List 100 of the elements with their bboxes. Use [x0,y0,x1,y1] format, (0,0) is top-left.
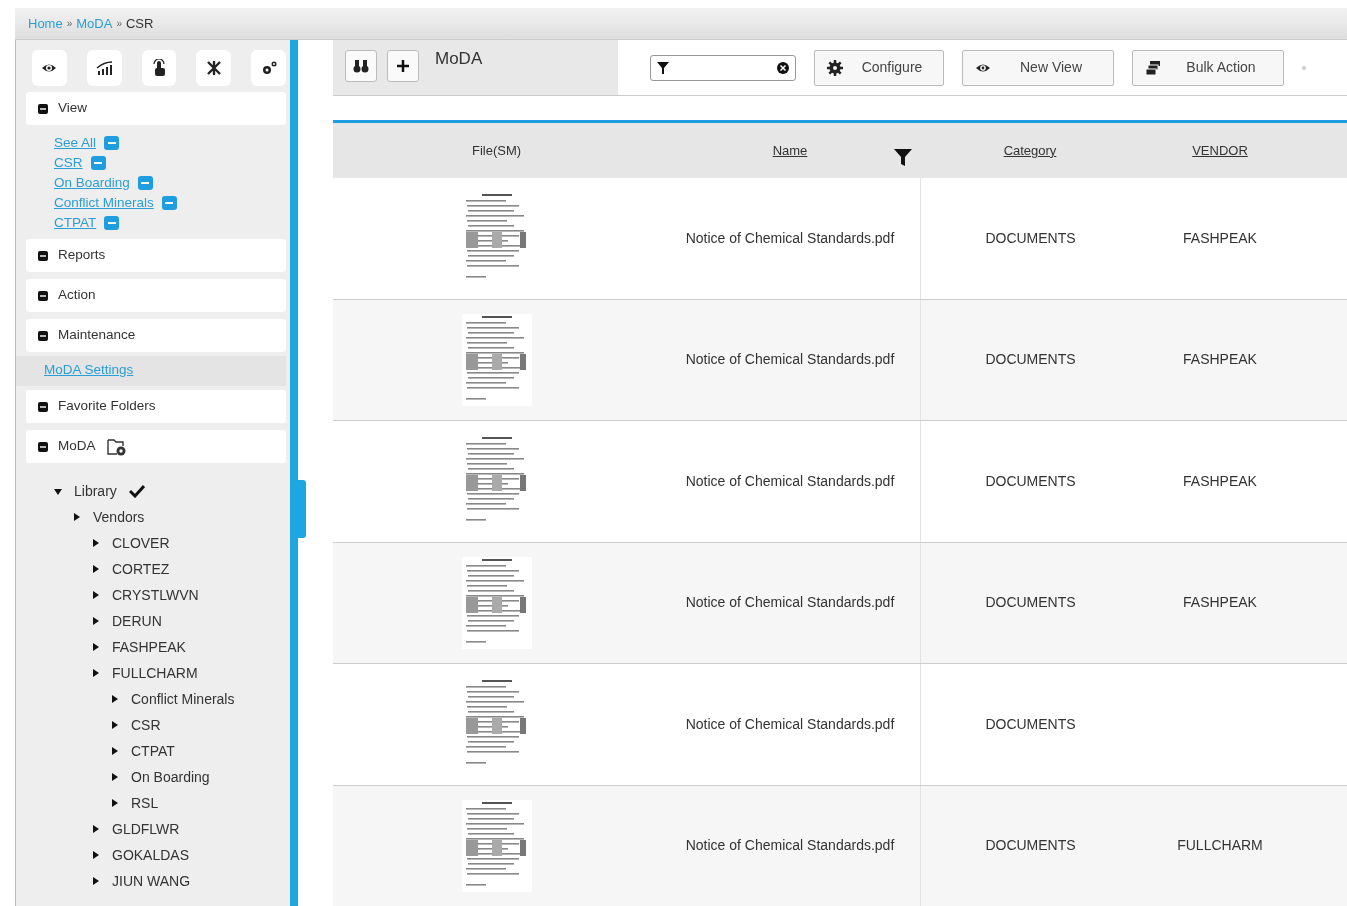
table-cell-text: FASHPEAK [1183,471,1257,491]
tree-item[interactable]: On Boarding [131,766,210,788]
section-header[interactable]: Action [26,279,286,312]
collapse-icon[interactable] [38,250,48,261]
caret-right-icon[interactable] [92,851,100,859]
column-header[interactable]: Category [1003,140,1057,161]
caret-right-icon[interactable] [73,513,81,521]
clear-icon[interactable] [777,61,789,74]
toolbar-button[interactable]: Bulk Action [1132,49,1284,86]
table-cell-text: Notice of Chemical Standards.pdf [685,593,895,613]
table-cell-text: FULLCHARM [1177,836,1263,856]
toolbar-button[interactable]: Configure [814,49,944,86]
filter-icon[interactable] [894,147,912,166]
tree-item[interactable]: Conflict Minerals [131,688,235,710]
stacked-cards-icon [1145,59,1161,76]
tree-item[interactable]: RSL [131,792,159,814]
pointing-hand-icon [150,59,168,77]
section-header[interactable]: Favorite Folders [26,390,286,423]
tree-item[interactable]: JIUN WANG [112,870,191,892]
collapse-icon[interactable] [38,441,48,452]
tree-item[interactable]: Library [74,480,117,502]
minus-icon [94,162,102,164]
table-cell-text: DOCUMENTS [985,228,1076,248]
table-cell-text: Notice of Chemical Standards.pdf [685,350,895,370]
collapse-icon[interactable] [38,103,48,114]
tree-item[interactable]: CTPAT [131,740,175,762]
table-cell-text: Notice of Chemical Standards.pdf [685,714,895,734]
toolbar-button[interactable]: New View [962,49,1114,86]
caret-right-icon[interactable] [92,877,100,885]
folder-settings-icon[interactable] [105,436,128,457]
table-cell-text: FASHPEAK [1183,350,1257,370]
minus-icon [165,202,174,204]
column-header[interactable]: VENDOR [1192,140,1248,161]
table-cell-text: DOCUMENTS [985,593,1076,613]
remove-badge[interactable] [137,176,153,190]
tree-item[interactable]: CRYSTLWVN [112,584,199,606]
table-cell-text: DOCUMENTS [985,714,1076,734]
tree-item[interactable]: CLOVER [112,532,170,554]
caret-right-icon[interactable] [111,773,119,781]
plus-icon [397,60,409,72]
search-button[interactable] [345,50,377,82]
tree-item[interactable]: GLDFLWR [112,818,180,840]
tree-item[interactable]: GOKALDAS [112,844,190,866]
caret-right-icon[interactable] [92,643,100,651]
toolbar-title: MoDA [435,48,483,70]
remove-badge[interactable] [104,136,120,150]
caret-right-icon[interactable] [92,565,100,573]
section-title: View [58,99,88,118]
document-thumbnail[interactable] [461,556,532,649]
section-header[interactable]: Maintenance [26,319,286,352]
table-cell-text: DOCUMENTS [985,836,1076,856]
table-cell-text: FASHPEAK [1183,228,1257,248]
caret-right-icon[interactable] [111,721,119,729]
caret-right-icon[interactable] [92,669,100,677]
section-header[interactable]: MoDA [26,430,286,463]
section-header[interactable]: Reports [26,239,286,272]
breadcrumb-current: CSR [125,14,154,33]
remove-badge[interactable] [104,216,120,230]
table-cell-text: Notice of Chemical Standards.pdf [685,471,895,491]
tree-item[interactable]: CORTEZ [112,558,170,580]
resize-handle[interactable] [298,480,306,538]
add-button[interactable] [387,50,419,82]
binoculars-icon [353,59,369,73]
caret-right-icon[interactable] [111,695,119,703]
pointing-hand-button[interactable] [141,50,177,86]
column-header: File(SM) [471,141,522,160]
caret-down-icon[interactable] [54,487,62,495]
remove-badge[interactable] [161,196,177,210]
column-header[interactable]: Name [772,140,808,161]
collapse-icon[interactable] [38,290,48,301]
table-cell-text: FASHPEAK [1183,593,1257,613]
table-cell-text: DOCUMENTS [985,350,1076,370]
caret-right-icon[interactable] [92,617,100,625]
section-title: MoDA [58,437,96,456]
document-thumbnail[interactable] [461,313,532,406]
tree-item[interactable]: DERUN [112,610,162,632]
table-cell-text: DOCUMENTS [985,471,1076,491]
gear-icon [827,59,843,76]
tree-item[interactable]: Vendors [93,506,145,528]
collapse-icon[interactable] [38,401,48,412]
bar-chart-icon [95,59,114,77]
bar-chart-button[interactable] [86,50,122,86]
caret-right-icon[interactable] [111,799,119,807]
eye-button[interactable] [32,50,67,86]
tree-item[interactable]: FASHPEAK [112,636,186,658]
collapse-icon[interactable] [38,330,48,341]
caret-right-icon[interactable] [92,825,100,833]
section-title: Reports [58,246,106,265]
table-cell-text: Notice of Chemical Standards.pdf [685,836,895,856]
caret-right-icon[interactable] [92,591,100,599]
overflow-dot [1302,65,1306,70]
remove-badge[interactable] [90,156,106,170]
tree-item[interactable]: CSR [131,714,161,736]
caret-right-icon[interactable] [92,539,100,547]
document-thumbnail[interactable] [461,799,532,892]
caret-right-icon[interactable] [111,747,119,755]
section-title: Favorite Folders [58,397,156,416]
section-header[interactable]: View [26,92,286,125]
tree-item[interactable]: FULLCHARM [112,662,198,684]
filter-field[interactable] [650,54,796,81]
